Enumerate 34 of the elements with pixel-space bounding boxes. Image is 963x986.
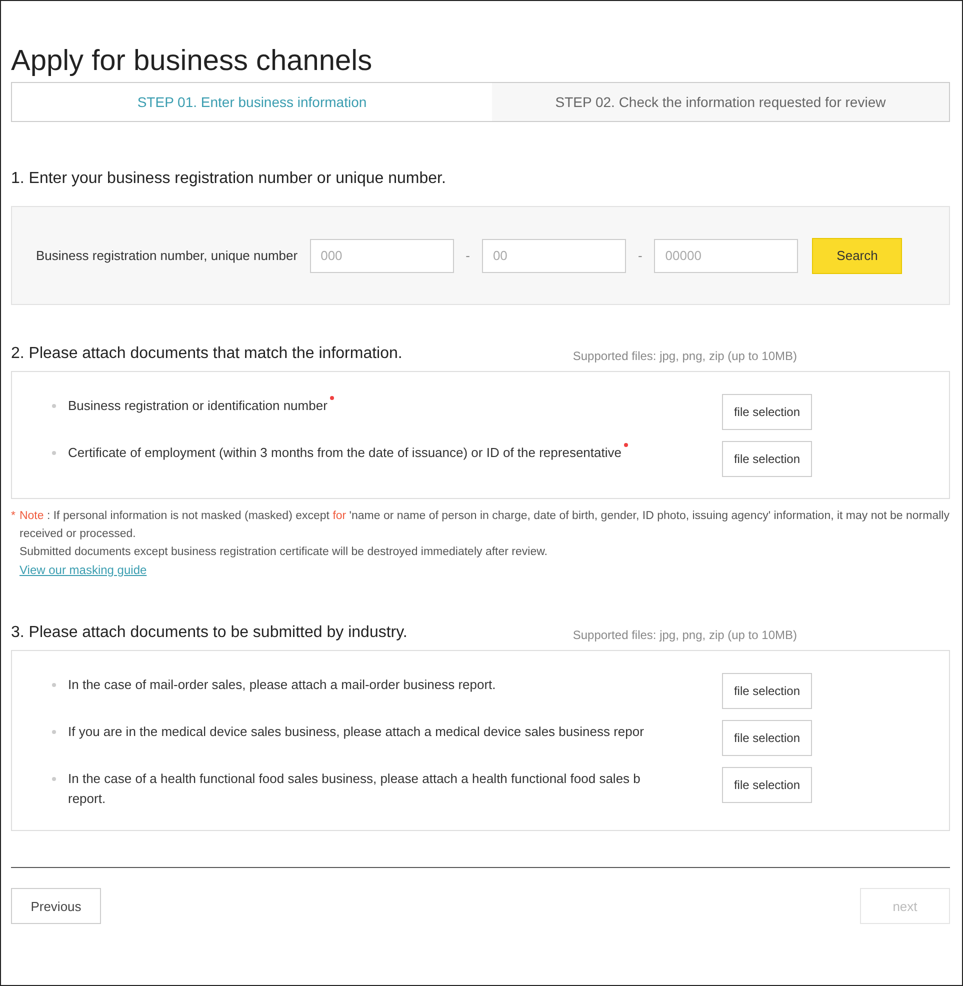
number-input-field[interactable]: 00000: [654, 238, 798, 272]
document-label: If you are in the medical device sales business, please attach a medical device sales business repor: [68, 723, 644, 741]
file-selection-button[interactable]: file selection: [722, 394, 812, 430]
asterisk-mark: *: [11, 509, 16, 524]
note-text: Note : If personal information is not masked (masked) except for 'name or name of person in charge, date of birth, gender, ID photo, issuing agency' information, it may not be normally received or processed.: [19, 509, 950, 542]
note-text: Submitted documents except business registration certificate will be destroyed immediately after review.: [19, 545, 548, 560]
supported-files-text: Supported files: jpg, png, zip (up to 10MB): [572, 349, 797, 363]
document-label: In the case of a health functional food sales business, please attach a health functional food sales b: [68, 770, 640, 788]
bullet-icon: [52, 777, 56, 781]
bullet-icon: [52, 683, 56, 687]
step-tab[interactable]: STEP 02. Check the information requested for review: [492, 83, 949, 121]
bullet-icon: [52, 451, 56, 455]
document-label: Certificate of employment (within 3 months from the date of issuance) or ID of the representative: [68, 443, 628, 463]
file-selection-button[interactable]: file selection: [722, 720, 812, 756]
dash-separator: -: [464, 248, 471, 263]
previous-button[interactable]: Previous: [11, 888, 101, 924]
document-label: report.: [68, 790, 106, 808]
search-button[interactable]: Search: [812, 238, 902, 274]
file-selection-button[interactable]: file selection: [722, 441, 812, 477]
page-title: Apply for business channels: [11, 45, 372, 78]
bullet-icon: [52, 730, 56, 734]
dash-separator: -: [636, 248, 644, 263]
section-heading: 2. Please attach documents that match the information.: [11, 345, 402, 363]
section-heading: 1. Enter your business registration number or unique number.: [11, 170, 446, 188]
document-label: In the case of mail-order sales, please attach a mail-order business report.: [68, 676, 496, 694]
supported-files-text: Supported files: jpg, png, zip (up to 10MB): [572, 628, 797, 642]
number-input-field[interactable]: 00: [482, 238, 626, 272]
number-input-field[interactable]: 000: [310, 238, 454, 272]
document-label: Business registration or identification number: [68, 396, 334, 416]
file-selection-button[interactable]: file selection: [722, 767, 812, 803]
bullet-icon: [52, 404, 56, 408]
file-selection-button[interactable]: file selection: [722, 673, 812, 709]
field-label: Business registration number, unique number: [36, 248, 298, 263]
section-heading: 3. Please attach documents to be submitted by industry.: [11, 624, 408, 642]
